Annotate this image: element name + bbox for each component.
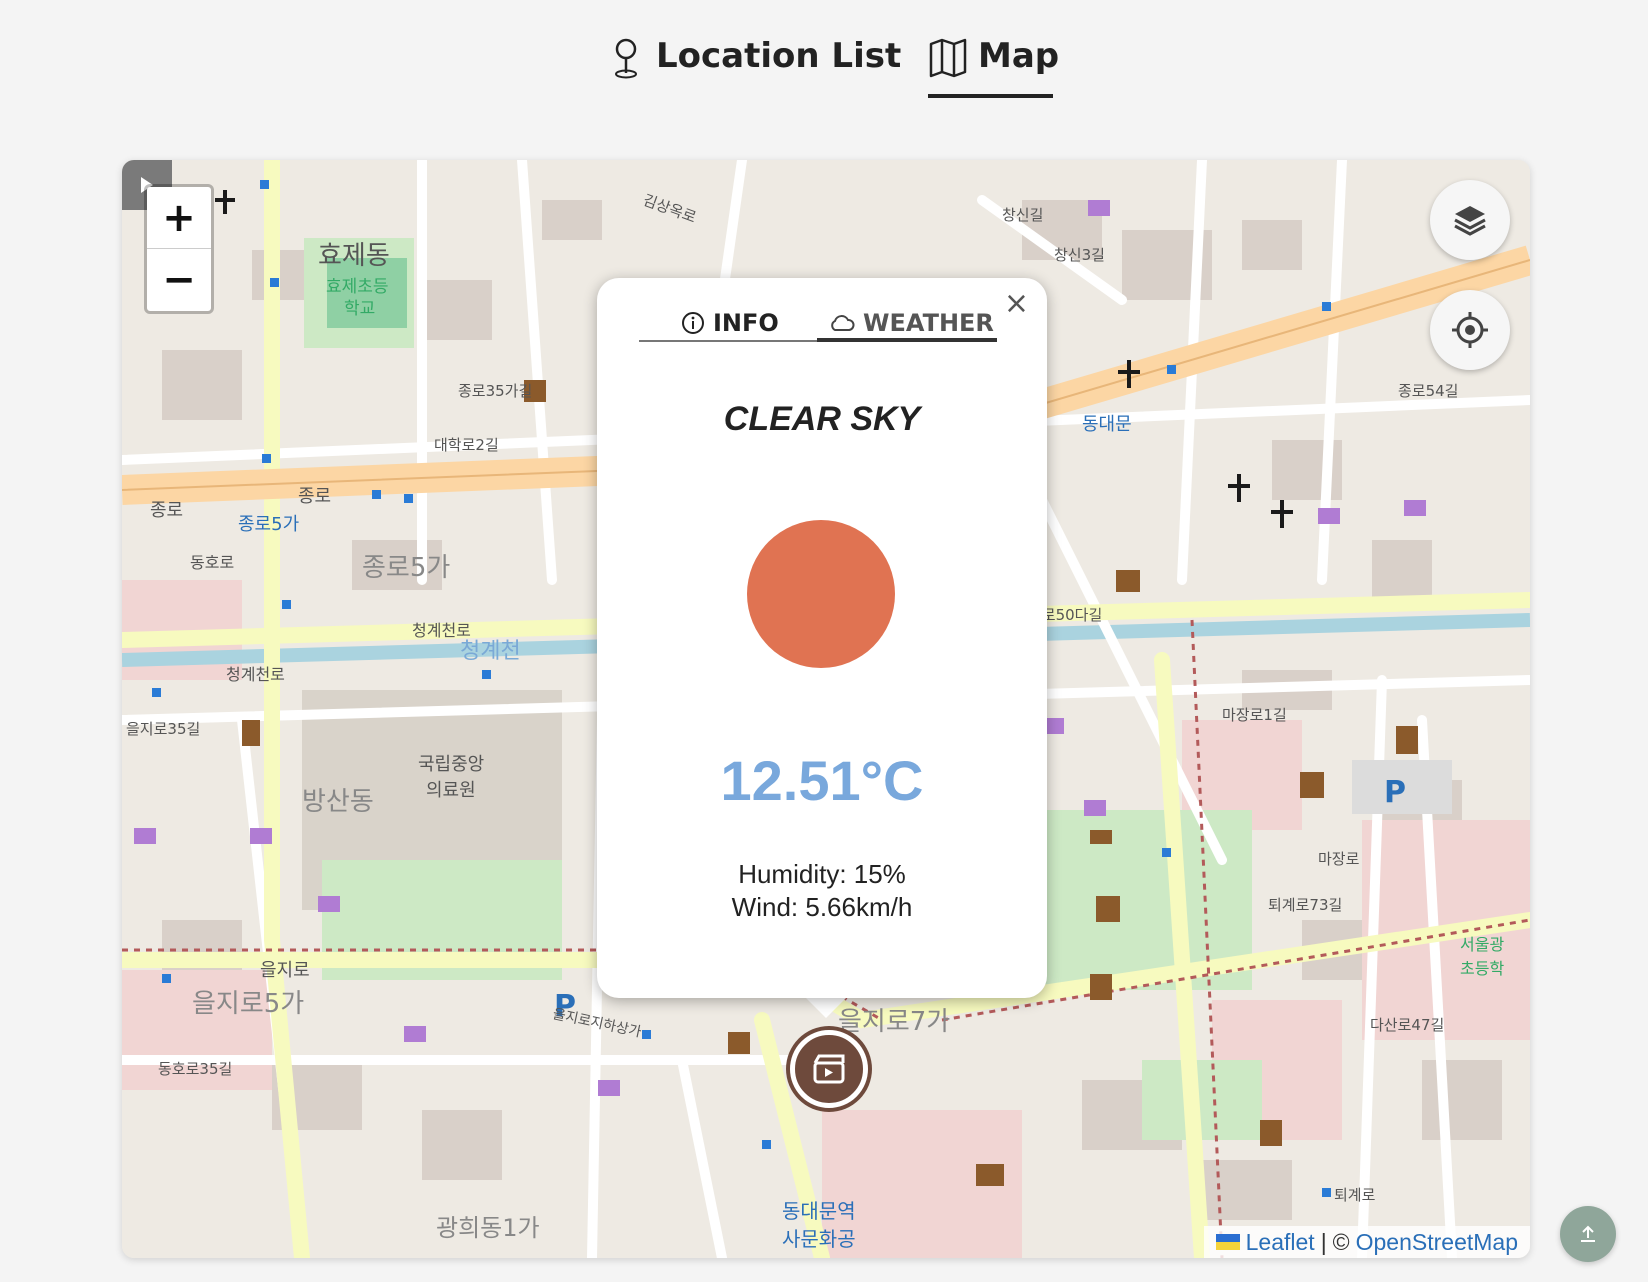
map-label: 마장로1길 <box>1222 706 1287 724</box>
map-label: 동대문역 <box>782 1199 856 1223</box>
wind: Wind: 5.66km/h <box>731 892 913 922</box>
layers-button[interactable] <box>1430 180 1510 260</box>
map-label: 을지로35길 <box>126 720 200 738</box>
map-label: 종로5가 <box>362 553 450 583</box>
map-label: 효제동 <box>318 241 390 271</box>
map-label: 퇴계로 <box>1334 1186 1376 1204</box>
map-label: 을지로 <box>260 960 310 981</box>
zoom-control: + − <box>144 184 214 314</box>
humidity: Humidity: 15% <box>738 859 906 889</box>
top-navigation: Location List Map <box>0 0 1648 110</box>
map-label: 종로 <box>298 486 331 507</box>
tab-location-list-label: Location List <box>656 36 902 76</box>
map-label: 종로35가길 <box>458 382 532 400</box>
copyright-symbol: © <box>1332 1228 1350 1255</box>
layers-icon <box>1454 206 1486 236</box>
map-label: 국립중앙 <box>418 754 484 775</box>
map-label: 동호로35길 <box>158 1060 232 1078</box>
map-label: 을지로7가 <box>838 1007 950 1037</box>
location-marker[interactable] <box>790 1030 868 1108</box>
tab-weather[interactable]: WEATHER <box>817 306 997 342</box>
map-label: 동대문 <box>1082 414 1132 435</box>
openstreetmap-link[interactable]: OpenStreetMap <box>1356 1229 1518 1256</box>
map-label: 의료원 <box>426 780 476 801</box>
scroll-top-button[interactable] <box>1560 1206 1616 1262</box>
zoom-in-button[interactable]: + <box>147 187 211 249</box>
map-label: 청계천로 <box>412 621 471 640</box>
tab-map[interactable]: Map <box>928 36 1059 98</box>
active-tab-underline <box>928 94 1053 98</box>
map-label: 퇴계로73길 <box>1268 896 1342 914</box>
info-icon <box>682 312 704 334</box>
tab-weather-label: WEATHER <box>863 309 994 337</box>
weather-condition: CLEAR SKY <box>723 400 921 438</box>
map-label: 대학로2길 <box>434 436 499 454</box>
map-label: 다산로47길 <box>1370 1016 1444 1034</box>
zoom-out-button[interactable]: − <box>147 249 211 310</box>
map-label: 서울광 <box>1460 935 1504 954</box>
map-label: 학교 <box>344 299 375 319</box>
tab-map-label: Map <box>978 36 1060 76</box>
popup-tabs: INFO WEATHER <box>639 306 997 342</box>
map-label: 종로 <box>150 500 183 521</box>
tab-location-list[interactable]: Location List <box>606 36 901 98</box>
svg-text:P: P <box>1384 775 1406 810</box>
tab-info[interactable]: INFO <box>681 306 779 340</box>
leaflet-link[interactable]: Leaflet <box>1246 1229 1315 1256</box>
attribution-separator: | <box>1320 1228 1327 1255</box>
tab-info-label: INFO <box>713 309 779 337</box>
weather-popup: × INFO WEATHER CLEAR SKY 12.51°C Humidit… <box>597 278 1047 998</box>
temperature: 12.51°C <box>720 749 924 812</box>
map-label: 종로54길 <box>1398 382 1459 400</box>
active-tab-indicator <box>817 338 997 342</box>
map-pin-icon <box>615 38 637 79</box>
map-attribution: Leaflet | © OpenStreetMap <box>1203 1226 1530 1258</box>
folded-map-icon <box>929 38 967 78</box>
map-label: 종로5가 <box>238 514 299 535</box>
sun-icon <box>747 520 895 668</box>
map-label: 효제초등 <box>326 277 389 297</box>
map-label: 을지로5가 <box>192 989 304 1019</box>
popup-close-button[interactable]: × <box>1004 286 1029 321</box>
map-label: 동호로 <box>190 553 234 572</box>
locate-button[interactable] <box>1430 290 1510 370</box>
map-container[interactable]: P P 효제동 효제초등 학교 종로 종로 종로5가 종로5가 동호로 청계천로… <box>122 160 1530 1258</box>
map-label: 사문화공 <box>782 1227 856 1251</box>
map-label: 청계천 <box>460 639 521 664</box>
cloud-icon <box>831 315 855 331</box>
ukraine-flag-icon <box>1215 1234 1240 1250</box>
map-label: 창신길 <box>1002 206 1043 224</box>
map-label: 광희동1가 <box>436 1214 540 1242</box>
map-label: 창신3길 <box>1054 246 1105 264</box>
cinema-icon <box>813 1054 845 1084</box>
popup-tip <box>804 996 848 1018</box>
map-label: 방산동 <box>302 787 374 817</box>
arrow-up-icon <box>1581 1225 1595 1242</box>
crosshair-icon <box>1452 312 1488 348</box>
map-label: 마장로 <box>1318 850 1360 868</box>
map-label: 청계천로 <box>226 665 285 684</box>
weather-details: Humidity: 15% Wind: 5.66km/h <box>597 858 1047 924</box>
map-label: 초등학 <box>1460 959 1504 978</box>
